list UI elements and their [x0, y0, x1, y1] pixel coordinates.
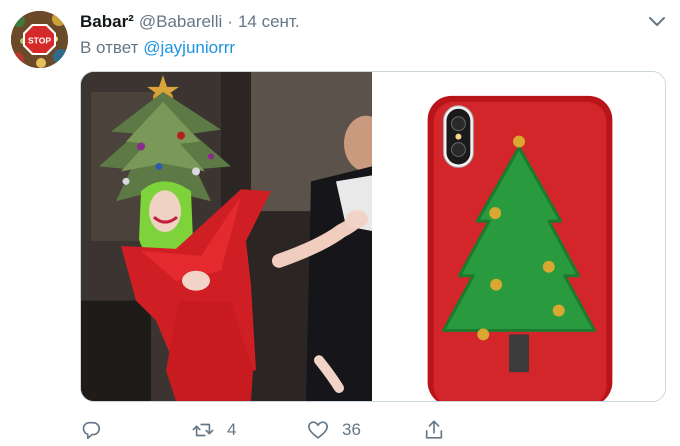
christmas-tree-phone-case-photo-icon — [374, 72, 665, 401]
stop-sign-avatar-icon: STOP — [11, 11, 68, 68]
chevron-down-icon — [649, 17, 665, 26]
separator-dot: · — [227, 12, 233, 31]
tweet[interactable]: STOP Babar² @Babarelli · 14 сент. В отве… — [0, 0, 680, 446]
retweet-icon — [192, 423, 214, 437]
media-grid — [80, 71, 666, 402]
reply-prefix: В ответ — [80, 38, 139, 57]
share-icon — [425, 420, 443, 439]
reply-to-link[interactable]: @jayjuniorrr — [143, 38, 235, 57]
heart-icon — [308, 421, 328, 439]
share-button[interactable] — [423, 418, 458, 442]
avatar-sign-text: STOP — [28, 36, 51, 46]
tweet-header: Babar² @Babarelli · 14 сент. — [80, 12, 300, 34]
tweet-date[interactable]: 14 сент. — [238, 12, 300, 32]
user-handle[interactable]: @Babarelli — [139, 12, 222, 32]
reply-button[interactable] — [80, 418, 115, 442]
more-options-button[interactable] — [647, 15, 667, 29]
display-name[interactable]: Babar² — [80, 12, 134, 32]
reply-context: В ответ @jayjuniorrr — [80, 38, 235, 58]
photo-christmas-tree-headdress[interactable] — [81, 72, 372, 401]
like-button[interactable]: 36 — [307, 418, 361, 442]
retweet-count: 4 — [227, 420, 237, 439]
reply-icon — [82, 421, 101, 440]
photo-christmas-tree-phone-case[interactable] — [372, 72, 665, 401]
christmas-tree-headdress-photo-icon — [81, 72, 372, 401]
avatar[interactable]: STOP — [11, 11, 68, 68]
like-count: 36 — [342, 420, 361, 439]
retweet-button[interactable]: 4 — [192, 418, 236, 442]
